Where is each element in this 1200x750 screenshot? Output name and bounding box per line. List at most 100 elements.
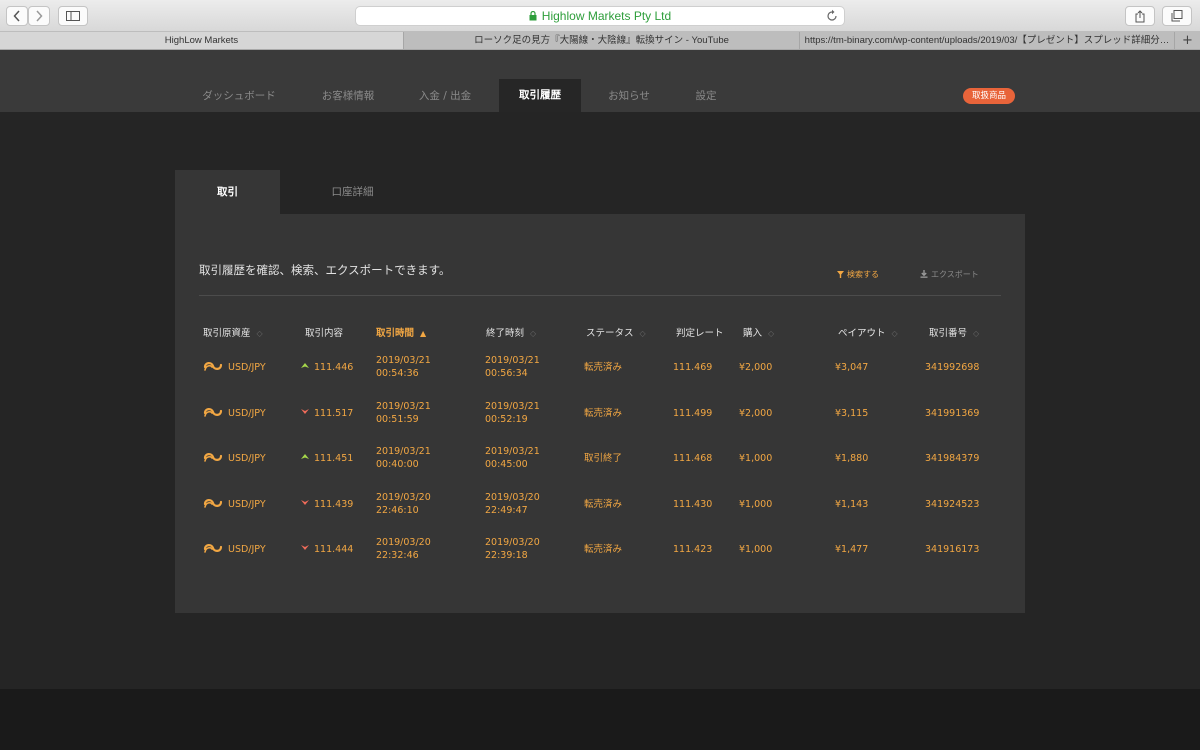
nav-news[interactable]: お知らせ: [594, 88, 664, 112]
nav-settings[interactable]: 設定: [680, 88, 732, 112]
nav-dashboard[interactable]: ダッシュボード: [188, 88, 290, 112]
sidebar-icon: [66, 11, 80, 21]
address-bar[interactable]: Highlow Markets Pty Ltd: [355, 6, 845, 26]
arrow-up-icon: [301, 363, 309, 368]
currency-pair-icon: [203, 408, 223, 417]
lock-icon: [529, 11, 537, 21]
site-header: ダッシュボード お客様情報 入金 / 出金 取引履歴 お知らせ 設定 取扱商品: [0, 50, 1200, 112]
status-cell: 取引終了: [584, 453, 623, 464]
purchase-cell: ¥1,000: [739, 544, 773, 555]
payout-cell: ¥3,047: [835, 362, 869, 373]
trade-time-cell: 00:51:59: [376, 414, 419, 425]
col-header-end-time[interactable]: 終了時刻 ◇: [486, 325, 536, 339]
browser-toolbar: Highlow Markets Pty Ltd: [0, 0, 1200, 32]
browser-tab-tm-binary[interactable]: https://tm-binary.com/wp-content/uploads…: [800, 32, 1175, 49]
rate-cell: 111.439: [314, 499, 354, 510]
judge-rate-cell: 111.499: [673, 408, 713, 419]
col-header-trade-content: 取引内容: [305, 328, 344, 339]
browser-tab-highlow[interactable]: HighLow Markets: [0, 32, 404, 49]
end-date-cell: 2019/03/20: [485, 492, 540, 503]
sort-icon: ◇: [256, 329, 263, 338]
col-header-trade-number[interactable]: 取引番号 ◇: [929, 325, 979, 339]
trade-date-cell: 2019/03/21: [376, 355, 431, 366]
tab-trades[interactable]: 取引: [175, 170, 280, 214]
end-time-cell: 00:52:19: [485, 414, 528, 425]
sort-icon: ◇: [891, 329, 898, 338]
trade-time-cell: 22:46:10: [376, 505, 419, 516]
filter-icon: [837, 271, 844, 278]
nav-deposit-withdraw[interactable]: 入金 / 出金: [405, 88, 485, 112]
product-button[interactable]: 取扱商品: [963, 88, 1015, 104]
trade-date-cell: 2019/03/20: [376, 537, 431, 548]
col-header-trade-time[interactable]: 取引時間 ▲: [376, 325, 426, 339]
nav-customer-info[interactable]: お客様情報: [300, 88, 396, 112]
browser-tab-bar: HighLow Markets ローソク足の見方『大陽線・大陰線』転換サイン -…: [0, 32, 1200, 50]
trade-time-cell: 00:40:00: [376, 459, 419, 470]
asset-cell: USD/JPY: [228, 362, 266, 373]
currency-pair-icon: [203, 499, 223, 508]
currency-pair-icon: [203, 453, 223, 462]
status-cell: 転売済み: [584, 544, 623, 555]
purchase-cell: ¥2,000: [739, 408, 773, 419]
payout-cell: ¥1,880: [835, 453, 869, 464]
tabs-icon: [1171, 10, 1183, 22]
footer: [0, 689, 1200, 750]
trade-number-cell: 341924523: [925, 499, 980, 510]
new-tab-button[interactable]: +: [1175, 32, 1200, 49]
share-button[interactable]: [1125, 6, 1155, 26]
end-date-cell: 2019/03/21: [485, 446, 540, 457]
search-button[interactable]: 検索する: [837, 269, 879, 280]
trade-date-cell: 2019/03/20: [376, 492, 431, 503]
nav-trade-history[interactable]: 取引履歴: [499, 79, 581, 112]
status-cell: 転売済み: [584, 408, 623, 419]
col-header-payout[interactable]: ペイアウト ◇: [838, 325, 898, 339]
trade-number-cell: 341992698: [925, 362, 980, 373]
status-cell: 転売済み: [584, 362, 623, 373]
purchase-cell: ¥2,000: [739, 362, 773, 373]
rate-cell: 111.446: [314, 362, 354, 373]
forward-button[interactable]: [28, 6, 50, 26]
rate-cell: 111.451: [314, 453, 354, 464]
trade-date-cell: 2019/03/21: [376, 401, 431, 412]
payout-cell: ¥1,477: [835, 544, 869, 555]
judge-rate-cell: 111.469: [673, 362, 713, 373]
currency-pair-icon: [203, 362, 223, 371]
end-date-cell: 2019/03/21: [485, 401, 540, 412]
payout-cell: ¥1,143: [835, 499, 869, 510]
trade-time-cell: 22:32:46: [376, 550, 419, 561]
back-button[interactable]: [6, 6, 28, 26]
sidebar-button[interactable]: [58, 6, 88, 26]
export-button[interactable]: エクスポート: [920, 269, 979, 280]
status-cell: 転売済み: [584, 499, 623, 510]
sort-ascending-icon: ▲: [420, 329, 427, 338]
judge-rate-cell: 111.430: [673, 499, 713, 510]
trade-number-cell: 341984379: [925, 453, 980, 464]
browser-tab-youtube[interactable]: ローソク足の見方『大陽線・大陰線』転換サイン - YouTube: [404, 32, 800, 49]
trade-number-cell: 341916173: [925, 544, 980, 555]
tab-account-details[interactable]: 口座詳細: [280, 170, 425, 214]
col-header-judge-rate: 判定レート: [676, 328, 724, 339]
rate-cell: 111.444: [314, 544, 354, 555]
reload-icon[interactable]: [826, 9, 838, 23]
divider: [199, 295, 1001, 296]
arrow-down-icon: [301, 545, 309, 550]
trade-date-cell: 2019/03/21: [376, 446, 431, 457]
sort-icon: ◇: [973, 329, 980, 338]
sort-icon: ◇: [768, 329, 775, 338]
arrow-up-icon: [301, 454, 309, 459]
col-header-purchase[interactable]: 購入 ◇: [743, 325, 774, 339]
end-time-cell: 22:39:18: [485, 550, 528, 561]
arrow-down-icon: [301, 500, 309, 505]
col-header-status[interactable]: ステータス ◇: [586, 325, 646, 339]
trade-number-cell: 341991369: [925, 408, 980, 419]
asset-cell: USD/JPY: [228, 453, 266, 464]
asset-cell: USD/JPY: [228, 544, 266, 555]
download-icon: [920, 270, 928, 278]
tabs-overview-button[interactable]: [1162, 6, 1192, 26]
chevron-left-icon: [13, 10, 20, 22]
judge-rate-cell: 111.468: [673, 453, 713, 464]
trade-time-cell: 00:54:36: [376, 368, 419, 379]
end-time-cell: 00:45:00: [485, 459, 528, 470]
col-header-asset[interactable]: 取引原資産 ◇: [203, 325, 263, 339]
end-date-cell: 2019/03/20: [485, 537, 540, 548]
